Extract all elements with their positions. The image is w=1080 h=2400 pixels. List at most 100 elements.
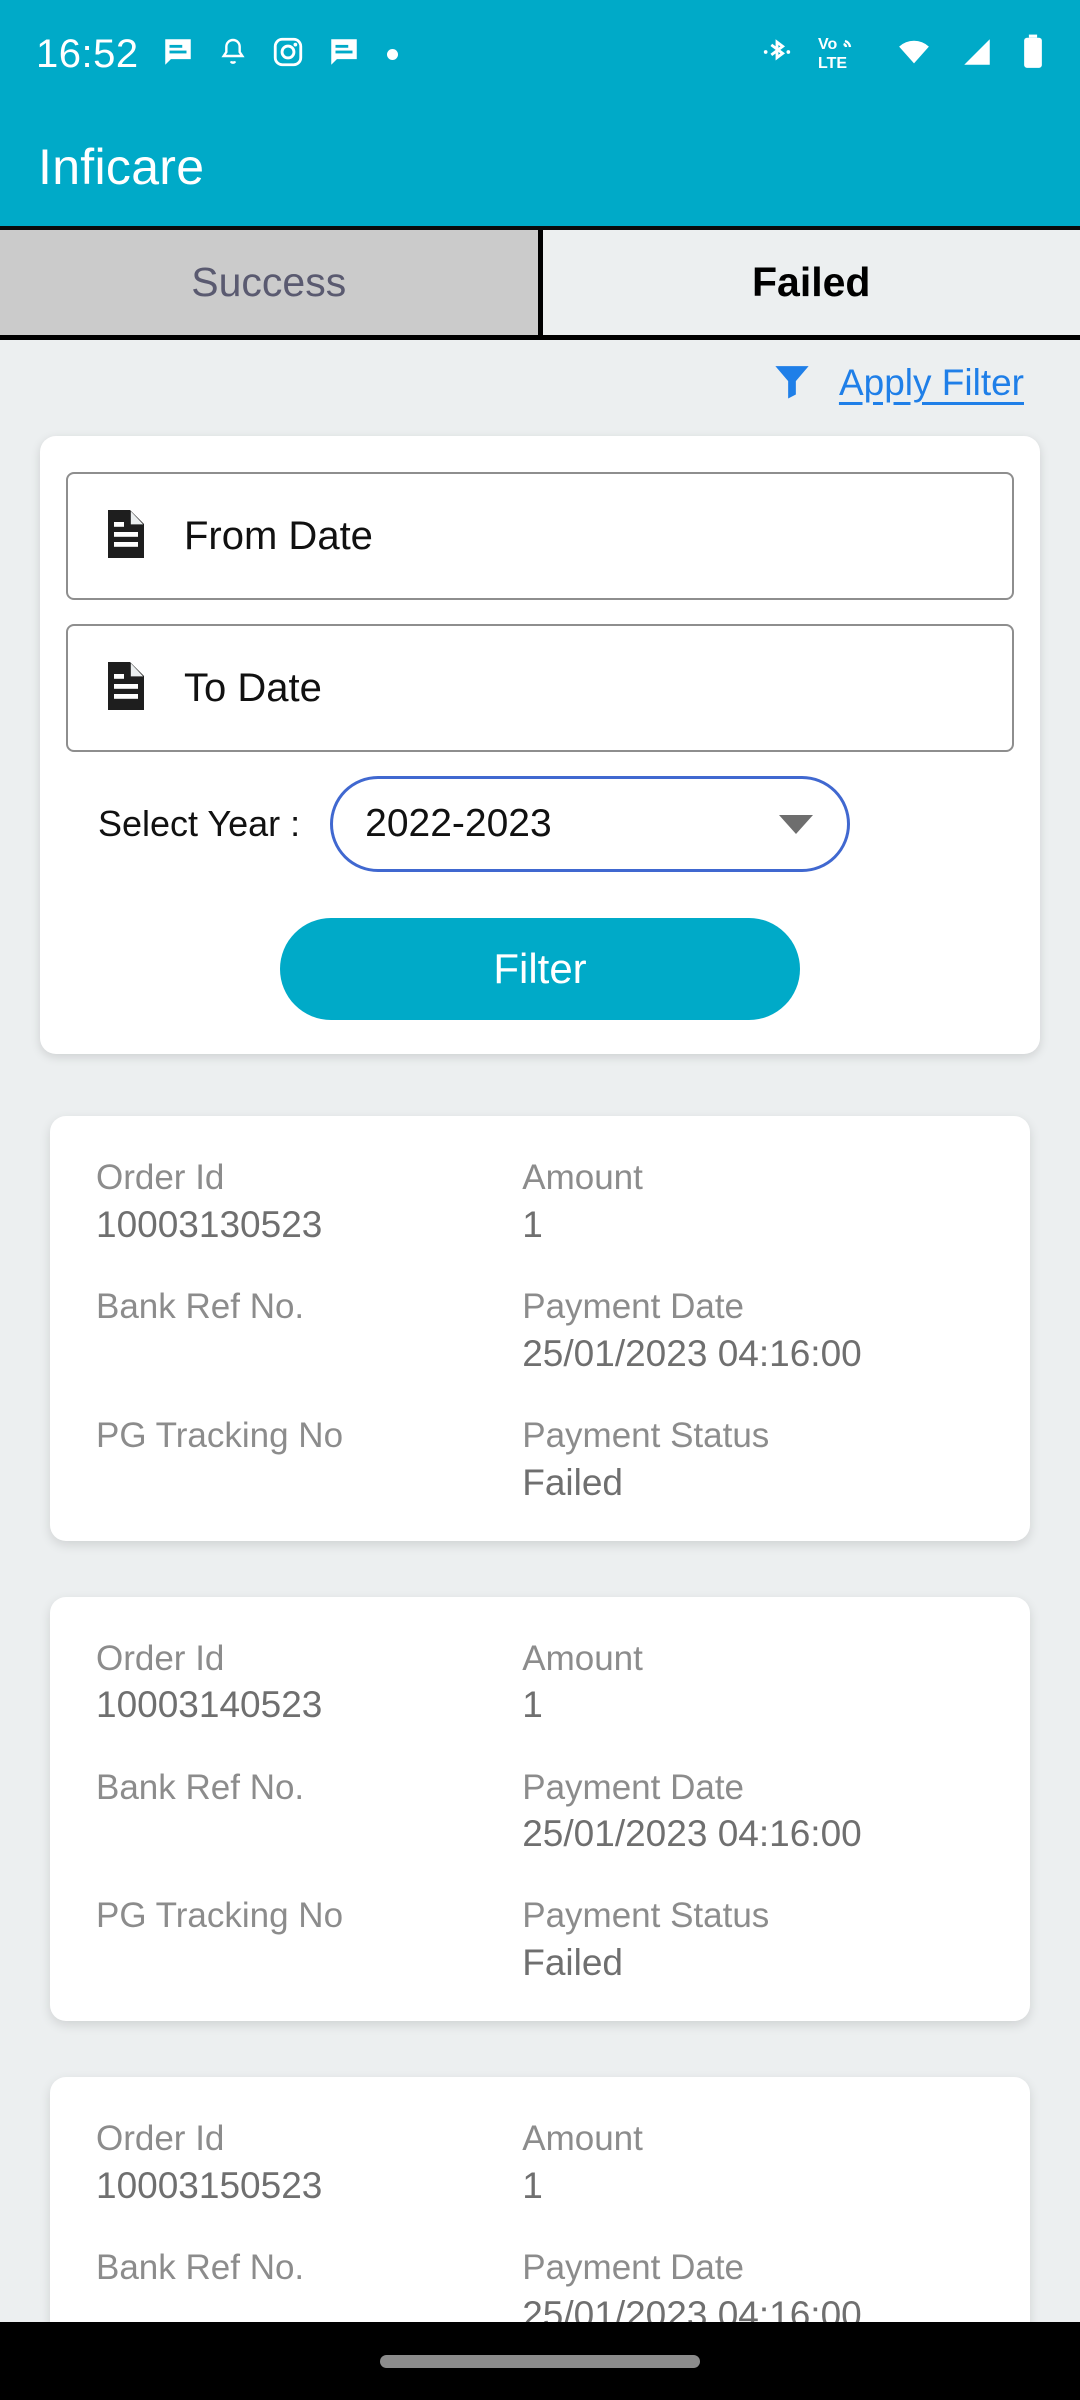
dot-icon — [386, 48, 398, 60]
payment-status-cell: Payment Status Failed — [522, 1414, 984, 1507]
payment-status-label: Payment Status — [522, 1896, 770, 1936]
document-icon — [102, 660, 150, 717]
status-bar-clock: 16:52 — [36, 31, 139, 76]
bank-ref-label: Bank Ref No. — [96, 1767, 305, 1807]
pg-tracking-value — [96, 1939, 522, 1987]
amount-cell: Amount 1 — [522, 1637, 984, 1730]
battery-icon — [1020, 33, 1046, 76]
transaction-card[interactable]: Order Id 10003150523 Amount 1 Bank Ref N… — [50, 2077, 1030, 2322]
payment-date-cell: Payment Date 25/01/2023 04:16:00 — [522, 2246, 984, 2322]
table-row: Order Id 10003150523 Amount 1 — [96, 2117, 984, 2210]
select-year-value: 2022-2023 — [365, 802, 552, 845]
payment-date-value: 25/01/2023 04:16:00 — [522, 1332, 862, 1374]
amount-value: 1 — [522, 1684, 543, 1726]
filter-button-row: Filter — [66, 918, 1014, 1020]
payment-date-label: Payment Date — [522, 2248, 745, 2288]
order-id-label: Order Id — [96, 1638, 225, 1678]
order-id-label: Order Id — [96, 1158, 225, 1197]
pg-tracking-label: PG Tracking No — [96, 1896, 344, 1936]
pg-tracking-cell: PG Tracking No — [96, 1414, 522, 1507]
bank-ref-value — [96, 1810, 522, 1858]
bank-ref-value — [96, 2291, 522, 2322]
amount-cell: Amount 1 — [522, 1156, 984, 1249]
amount-label: Amount — [522, 1158, 643, 1197]
status-bar-right: Vo LTE — [760, 32, 1046, 77]
volte-icon: Vo LTE — [818, 32, 870, 77]
message-icon — [327, 35, 361, 74]
payment-date-cell: Payment Date 25/01/2023 04:16:00 — [522, 1285, 984, 1378]
phone-screen: 16:52 Vo LTE Inficare Success Failed App… — [0, 0, 1080, 2400]
bell-icon — [217, 35, 249, 74]
pg-tracking-cell: PG Tracking No — [96, 1894, 522, 1987]
payment-date-cell: Payment Date 25/01/2023 04:16:00 — [522, 1766, 984, 1859]
payment-date-label: Payment Date — [522, 1767, 745, 1807]
status-badge: Failed — [522, 1942, 624, 1984]
to-date-value: To Date — [184, 665, 322, 710]
tab-failed[interactable]: Failed — [542, 230, 1080, 335]
bluetooth-icon — [760, 34, 794, 75]
pg-tracking-label: PG Tracking No — [96, 1415, 344, 1455]
transaction-card[interactable]: Order Id 10003140523 Amount 1 Bank Ref N… — [50, 1596, 1030, 2022]
order-id-cell: Order Id 10003140523 — [96, 1637, 522, 1730]
apply-filter-bar: Apply Filter — [0, 340, 1080, 426]
tab-success-label: Success — [191, 259, 347, 305]
status-bar: 16:52 Vo LTE — [0, 0, 1080, 108]
document-icon — [102, 508, 150, 565]
funnel-icon[interactable] — [771, 358, 813, 409]
amount-label: Amount — [522, 1638, 643, 1678]
pg-tracking-value — [96, 1459, 522, 1507]
apply-filter-link[interactable]: Apply Filter — [839, 362, 1024, 404]
tab-failed-label: Failed — [752, 259, 871, 305]
table-row: Bank Ref No. Payment Date 25/01/2023 04:… — [96, 1285, 984, 1378]
app-bar: Inficare — [0, 108, 1080, 230]
message-icon — [161, 35, 195, 74]
select-year-row: Select Year : 2022-2023 — [66, 776, 1014, 872]
table-row: PG Tracking No Payment Status Failed — [96, 1894, 984, 1987]
bank-ref-cell: Bank Ref No. — [96, 1285, 522, 1378]
order-id-value: 10003150523 — [96, 2165, 323, 2207]
to-date-field[interactable]: To Date — [66, 624, 1014, 752]
bank-ref-cell: Bank Ref No. — [96, 2246, 522, 2322]
payment-date-value: 25/01/2023 04:16:00 — [522, 2294, 862, 2322]
signal-icon — [958, 35, 996, 74]
payment-status-cell: Payment Status Failed — [522, 1894, 984, 1987]
status-badge: Failed — [522, 1461, 624, 1503]
amount-value: 1 — [522, 1203, 543, 1245]
table-row: Bank Ref No. Payment Date 25/01/2023 04:… — [96, 1766, 984, 1859]
volte-top-text: Vo — [818, 36, 837, 53]
order-id-value: 10003140523 — [96, 1684, 323, 1726]
transaction-list: Order Id 10003130523 Amount 1 Bank Ref N… — [0, 1116, 1080, 2322]
tab-bar: Success Failed — [0, 230, 1080, 340]
bank-ref-value — [96, 1330, 522, 1378]
bank-ref-label: Bank Ref No. — [96, 2248, 305, 2288]
order-id-label: Order Id — [96, 2119, 225, 2159]
bank-ref-label: Bank Ref No. — [96, 1286, 305, 1326]
filter-button[interactable]: Filter — [280, 918, 800, 1020]
payment-date-label: Payment Date — [522, 1286, 745, 1326]
bank-ref-cell: Bank Ref No. — [96, 1766, 522, 1859]
tab-success[interactable]: Success — [0, 230, 543, 335]
from-date-value: From Date — [184, 513, 373, 558]
instagram-icon — [271, 35, 305, 74]
gesture-pill[interactable] — [380, 2354, 700, 2368]
transaction-card[interactable]: Order Id 10003130523 Amount 1 Bank Ref N… — [50, 1116, 1030, 1541]
filter-card: From Date To Date Select Year : 2022-202… — [40, 436, 1040, 1054]
volte-bottom-text: LTE — [818, 55, 847, 72]
chevron-down-icon — [779, 814, 814, 834]
wifi-icon — [894, 35, 934, 74]
from-date-field[interactable]: From Date — [66, 472, 1014, 600]
system-nav-bar — [0, 2322, 1080, 2400]
order-id-cell: Order Id 10003150523 — [96, 2117, 522, 2210]
status-bar-left: 16:52 — [36, 32, 398, 77]
select-year-dropdown[interactable]: 2022-2023 — [330, 776, 851, 872]
table-row: PG Tracking No Payment Status Failed — [96, 1414, 984, 1507]
table-row: Order Id 10003140523 Amount 1 — [96, 1637, 984, 1730]
order-id-cell: Order Id 10003130523 — [96, 1156, 522, 1249]
select-year-label: Select Year : — [98, 803, 301, 844]
payment-status-label: Payment Status — [522, 1415, 770, 1455]
amount-value: 1 — [522, 2165, 543, 2207]
amount-label: Amount — [522, 2119, 643, 2159]
payment-date-value: 25/01/2023 04:16:00 — [522, 1813, 862, 1855]
table-row: Bank Ref No. Payment Date 25/01/2023 04:… — [96, 2246, 984, 2322]
table-row: Order Id 10003130523 Amount 1 — [96, 1156, 984, 1249]
